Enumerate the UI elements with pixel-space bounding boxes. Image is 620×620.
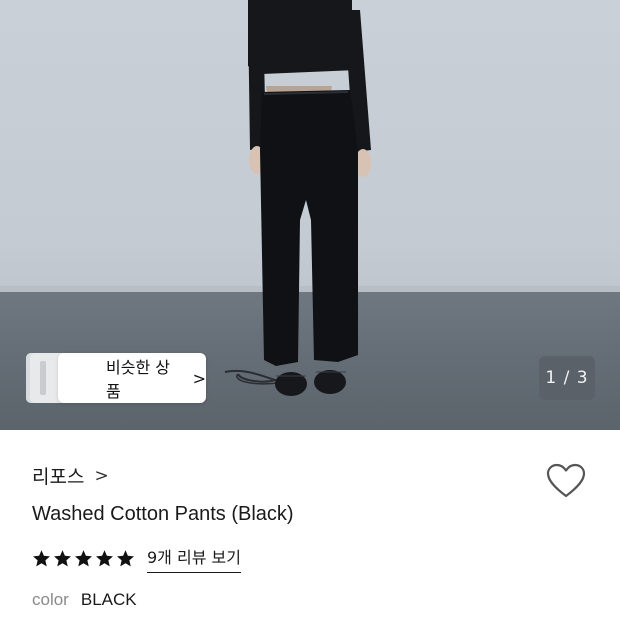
- color-value: BLACK: [80, 590, 137, 609]
- product-info: 리포스 > Washed Cotton Pants (Black) 9개 리뷰 …: [0, 430, 620, 620]
- chevron-right-icon: >: [94, 465, 109, 486]
- star-icon: [96, 550, 113, 567]
- similar-products-button[interactable]: 비슷한 상품 >: [26, 353, 206, 403]
- brand-link[interactable]: 리포스 >: [32, 462, 109, 489]
- product-image-gallery[interactable]: 비슷한 상품 > 1 / 3: [0, 0, 620, 430]
- similar-products-label: 비슷한 상품: [106, 358, 170, 401]
- star-rating: [32, 549, 135, 568]
- brand-name: 리포스: [32, 466, 85, 488]
- chevron-right-icon: >: [192, 368, 206, 388]
- color-row: color BLACK: [32, 590, 137, 610]
- heart-icon[interactable]: [546, 463, 586, 499]
- image-counter: 1 / 3: [539, 356, 595, 400]
- color-label: color: [32, 590, 69, 609]
- rating-row: 9개 리뷰 보기: [32, 544, 241, 573]
- star-icon: [54, 550, 71, 567]
- star-icon: [33, 550, 50, 567]
- product-name: Washed Cotton Pants (Black): [32, 503, 294, 525]
- similar-products-pill[interactable]: 비슷한 상품 >: [58, 353, 206, 403]
- review-link[interactable]: 9개 리뷰 보기: [147, 544, 241, 573]
- star-icon: [75, 550, 92, 567]
- star-icon: [117, 550, 134, 567]
